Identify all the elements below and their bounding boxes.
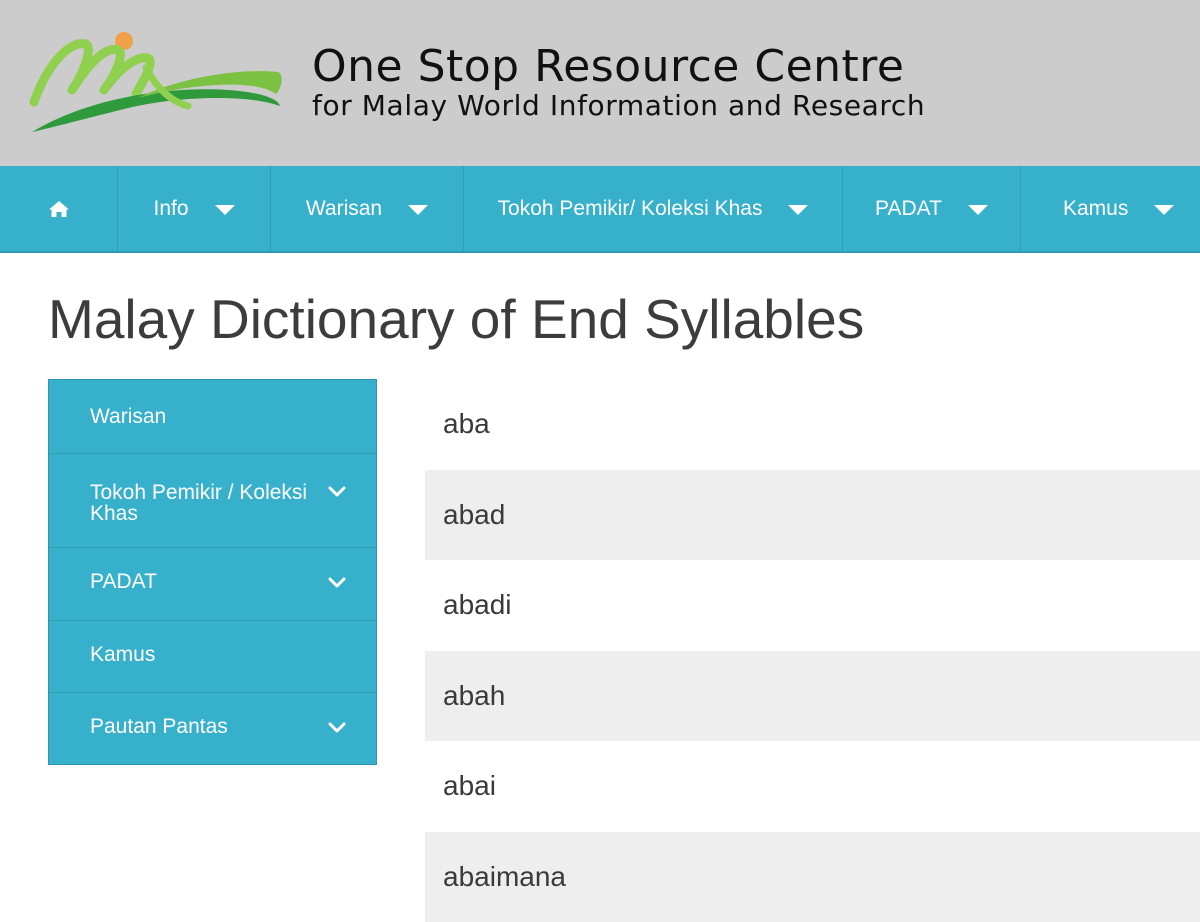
sidebar-item-warisan[interactable]: Warisan — [49, 380, 376, 454]
nav-kamus[interactable]: Kamus — [1021, 166, 1200, 251]
home-icon — [48, 200, 70, 218]
nav-kamus-label: Kamus — [1063, 197, 1128, 221]
nav-padat[interactable]: PADAT — [843, 166, 1021, 251]
word-label: abaimana — [443, 861, 566, 893]
nav-tokoh-pemikir-label: Tokoh Pemikir/ Koleksi Khas — [498, 197, 763, 221]
caret-down-icon — [788, 205, 808, 215]
chevron-down-icon[interactable] — [328, 486, 346, 498]
word-label: aba — [443, 408, 490, 440]
word-label: abai — [443, 770, 496, 802]
word-label: abah — [443, 680, 505, 712]
word-list: aba abad abadi abah abai abaimana — [425, 379, 1200, 922]
caret-down-icon — [1154, 205, 1174, 215]
word-label: abad — [443, 499, 505, 531]
nav-info[interactable]: Info — [118, 166, 271, 251]
sidebar-item-padat[interactable]: PADAT — [49, 548, 376, 621]
nav-warisan-label: Warisan — [306, 197, 382, 221]
nav-padat-label: PADAT — [875, 197, 942, 221]
sidebar-item-tokoh-pemikir[interactable]: Tokoh Pemikir / Koleksi Khas — [49, 454, 376, 548]
main-navigation: Info Warisan Tokoh Pemikir/ Koleksi Khas… — [0, 166, 1200, 253]
sidebar-menu: Warisan Tokoh Pemikir / Koleksi Khas PAD… — [48, 379, 377, 765]
sidebar-item-kamus[interactable]: Kamus — [49, 621, 376, 693]
list-item[interactable]: aba — [425, 379, 1200, 470]
chevron-down-icon[interactable] — [328, 577, 346, 589]
caret-down-icon — [408, 205, 428, 215]
page-title: Malay Dictionary of End Syllables — [48, 284, 864, 354]
sidebar-item-pautan-pantas[interactable]: Pautan Pantas — [49, 693, 376, 764]
sidebar-item-label: Kamus — [90, 644, 376, 665]
nav-warisan[interactable]: Warisan — [271, 166, 464, 251]
word-label: abadi — [443, 589, 512, 621]
sidebar-item-label: Warisan — [90, 406, 376, 427]
site-subtitle: for Malay World Information and Research — [312, 89, 925, 123]
malay-world-logo-icon[interactable] — [28, 28, 284, 140]
list-item[interactable]: abah — [425, 651, 1200, 742]
nav-info-label: Info — [153, 197, 188, 221]
sidebar-item-label: Tokoh Pemikir / Koleksi Khas — [90, 482, 316, 524]
chevron-down-icon[interactable] — [328, 722, 346, 734]
nav-tokoh-pemikir[interactable]: Tokoh Pemikir/ Koleksi Khas — [464, 166, 843, 251]
list-item[interactable]: abai — [425, 741, 1200, 832]
caret-down-icon — [968, 205, 988, 215]
list-item[interactable]: abadi — [425, 560, 1200, 651]
site-header: One Stop Resource Centre for Malay World… — [0, 0, 1200, 166]
list-item[interactable]: abad — [425, 470, 1200, 561]
list-item[interactable]: abaimana — [425, 832, 1200, 922]
site-title: One Stop Resource Centre — [312, 42, 905, 92]
nav-home[interactable] — [0, 166, 118, 251]
caret-down-icon — [215, 205, 235, 215]
